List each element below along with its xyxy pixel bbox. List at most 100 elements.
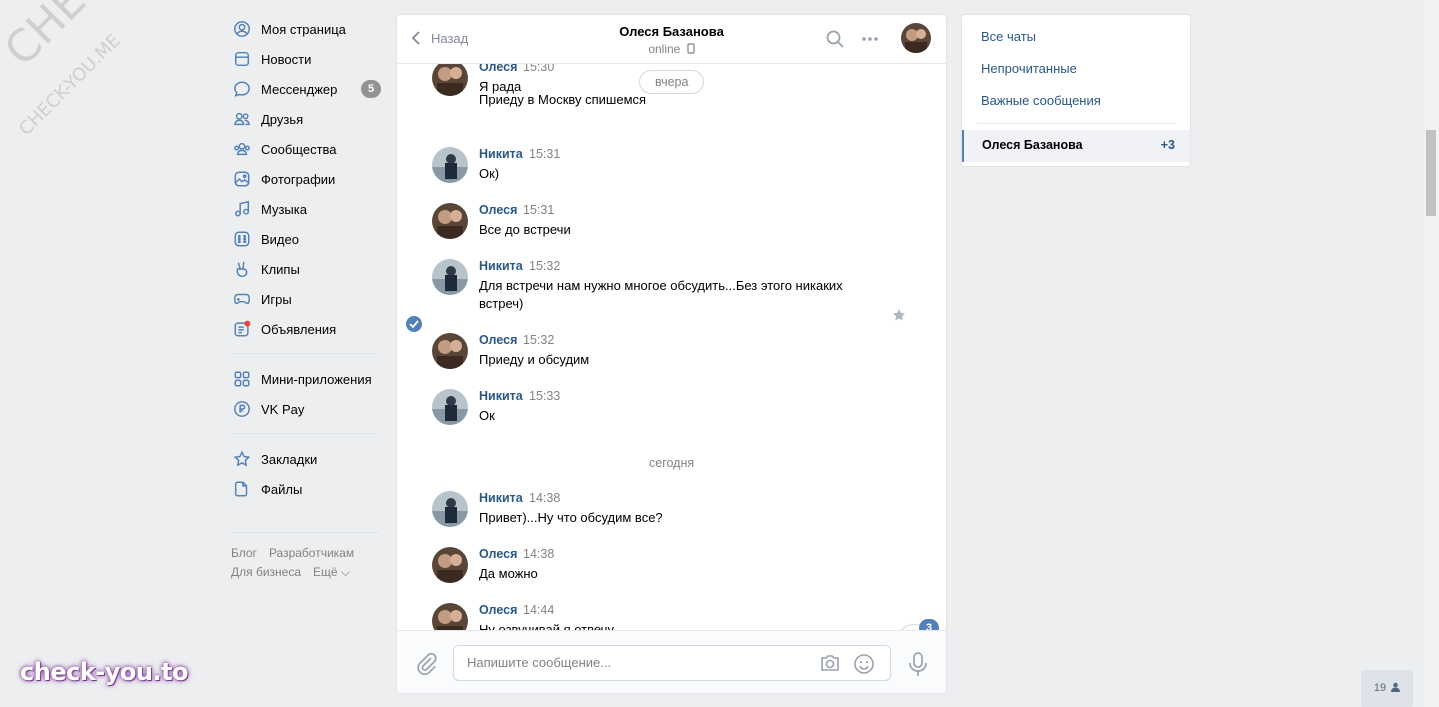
nav-item-my-page[interactable]: Моя страница <box>231 14 381 44</box>
person-icon <box>1391 682 1401 692</box>
attach-button[interactable] <box>415 651 437 678</box>
watermark-logo: check-you.to <box>20 658 189 686</box>
avatar <box>901 23 931 53</box>
message-author[interactable]: Олеся <box>479 64 517 74</box>
nav-item-files[interactable]: Файлы <box>231 474 381 504</box>
active-chat-count: +3 <box>1160 138 1175 152</box>
avatar <box>432 389 468 425</box>
message-author[interactable]: Олеся <box>479 203 517 217</box>
nav-item-mini-apps[interactable]: Мини-приложения <box>231 364 381 394</box>
message-author[interactable]: Олеся <box>479 333 517 347</box>
message-author[interactable]: Никита <box>479 491 523 505</box>
message-time: 15:32 <box>529 259 561 273</box>
nav-item-label: Фотографии <box>261 171 336 187</box>
divider <box>977 123 1177 124</box>
avatar <box>432 64 468 96</box>
avatar <box>432 333 468 369</box>
filter-unread[interactable]: Непрочитанные <box>981 61 1077 76</box>
vkpay-icon <box>232 399 252 419</box>
avatar <box>432 147 468 183</box>
message-text: Приеду в Москву спишемся <box>479 92 647 107</box>
nav-item-label: Новости <box>261 51 312 67</box>
message-history[interactable]: вчера Олеся 15:30 Я рада Приеду в Москву… <box>397 64 946 631</box>
nav-item-photos[interactable]: Фотографии <box>231 164 381 194</box>
nav-item-communities[interactable]: Сообщества <box>231 134 381 164</box>
message-author[interactable]: Никита <box>479 147 523 161</box>
nav-divider <box>231 353 379 354</box>
nav-item-label: Закладки <box>261 451 318 467</box>
file-icon <box>232 479 252 499</box>
message-time: 15:32 <box>523 333 555 347</box>
more-button[interactable] <box>860 29 880 52</box>
camera-button[interactable] <box>819 653 841 676</box>
message-author[interactable]: Олеся <box>479 547 517 561</box>
message-time: 15:31 <box>523 203 555 217</box>
filter-important[interactable]: Важные сообщения <box>981 93 1101 108</box>
active-chat-item[interactable]: Олеся Базанова +3 <box>962 130 1190 162</box>
voice-record-button[interactable] <box>907 651 929 680</box>
peer-status-text: online <box>648 42 681 56</box>
message-time: 14:44 <box>523 603 555 617</box>
nav-item-vk-pay[interactable]: VK Pay <box>231 394 381 424</box>
messenger-unread-badge: 5 <box>361 80 381 98</box>
message-composer <box>397 630 946 693</box>
nav-item-ads[interactable]: Объявления <box>231 314 381 344</box>
message-input[interactable] <box>467 655 797 670</box>
message-author[interactable]: Никита <box>479 389 523 403</box>
apps-icon <box>232 369 252 389</box>
online-friends-button[interactable]: 19 <box>1361 670 1413 707</box>
mobile-icon <box>687 43 695 54</box>
avatar <box>432 603 468 631</box>
footer-link-business[interactable]: Для бизнеса <box>231 565 301 579</box>
nav-item-games[interactable]: Игры <box>231 284 381 314</box>
nav-item-bookmarks[interactable]: Закладки <box>231 444 381 474</box>
ads-icon <box>232 319 252 339</box>
active-chat-name: Олеся Базанова <box>982 138 1083 152</box>
camera-icon <box>821 655 839 671</box>
nav-item-label: Сообщества <box>261 141 337 157</box>
search-button[interactable] <box>825 29 845 52</box>
message-text: Привет)...Ну что обсудим все? <box>479 510 663 525</box>
avatar <box>432 547 468 583</box>
more-dots-icon <box>862 37 878 41</box>
nav-item-label: Мессенджер <box>261 81 338 97</box>
peer-avatar[interactable] <box>901 23 931 53</box>
avatar <box>432 203 468 239</box>
photos-icon <box>232 169 252 189</box>
watermark-diagonal: CHECK-YOU.ME <box>0 0 263 76</box>
footer-link-blog[interactable]: Блог <box>231 546 257 560</box>
left-nav: Моя страница Новости Мессенджер 5 Друзья… <box>231 14 381 582</box>
selected-check-icon[interactable] <box>406 316 422 332</box>
clips-icon <box>232 259 252 279</box>
message-input-box[interactable] <box>453 645 891 681</box>
games-icon <box>232 289 252 309</box>
footer-link-more[interactable]: Ещё ⌵ <box>313 565 350 579</box>
scrollbar-thumb[interactable] <box>1426 130 1436 216</box>
page-scrollbar[interactable] <box>1424 0 1439 707</box>
nav-item-clips[interactable]: Клипы <box>231 254 381 284</box>
paperclip-icon <box>417 652 437 675</box>
avatar <box>432 259 468 295</box>
nav-item-label: Игры <box>261 291 292 307</box>
nav-item-music[interactable]: Музыка <box>231 194 381 224</box>
nav-item-news[interactable]: Новости <box>231 44 381 74</box>
star-icon <box>232 449 252 469</box>
message-author[interactable]: Никита <box>479 259 523 273</box>
star-icon[interactable] <box>892 308 906 322</box>
chat-header: Назад Олеся Базанова online <box>397 15 946 64</box>
nav-item-video[interactable]: Видео <box>231 224 381 254</box>
message-text: Да можно <box>479 566 538 581</box>
avatar <box>432 491 468 527</box>
emoji-button[interactable] <box>853 653 875 678</box>
user-icon <box>232 19 252 39</box>
message-author[interactable]: Олеся <box>479 603 517 617</box>
messenger-icon <box>232 79 252 99</box>
nav-item-label: Клипы <box>261 261 300 277</box>
nav-item-messenger[interactable]: Мессенджер 5 <box>231 74 381 104</box>
nav-item-friends[interactable]: Друзья <box>231 104 381 134</box>
message-time: 14:38 <box>529 491 561 505</box>
nav-item-label: Файлы <box>261 481 303 497</box>
footer-link-developers[interactable]: Разработчикам <box>269 546 354 560</box>
smile-icon <box>854 654 874 674</box>
filter-all-chats[interactable]: Все чаты <box>981 29 1036 44</box>
